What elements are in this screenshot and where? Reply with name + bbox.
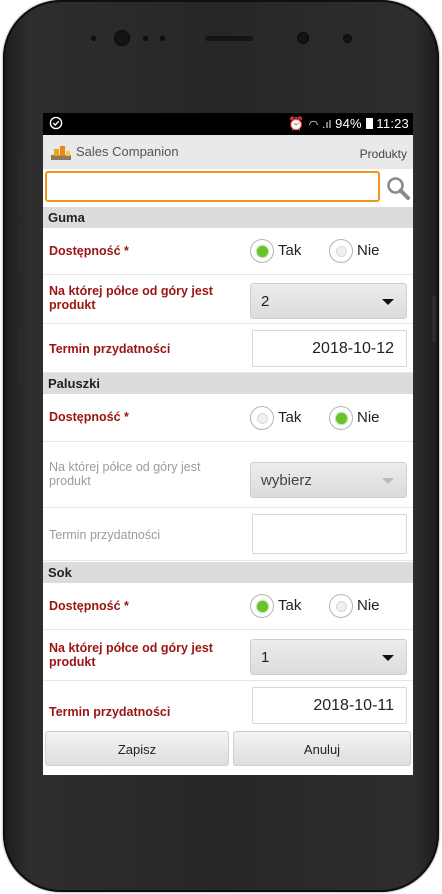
cancel-button[interactable]: Anuluj — [233, 731, 411, 766]
expiry-date-field[interactable]: 2018-10-11 — [252, 687, 407, 724]
shelf-select-value: wybierz — [261, 472, 312, 489]
expiry-date-field[interactable] — [252, 514, 407, 554]
radio-circle — [250, 594, 274, 618]
expiry-label: Termin przydatności — [49, 528, 161, 542]
expiry-date-value: 2018-10-12 — [312, 340, 394, 357]
search-icon[interactable] — [385, 175, 411, 201]
radio-circle — [329, 405, 353, 430]
save-button[interactable]: Zapisz — [45, 731, 229, 766]
front-camera — [114, 30, 130, 46]
expiry-label: Termin przydatności — [49, 342, 171, 356]
shelf-row: Na której półce od góry jest produkt 1 — [43, 630, 413, 681]
radio-selected-dot — [257, 601, 268, 612]
availability-row: Dostępność * Tak Nie — [43, 583, 413, 630]
earpiece-speaker — [205, 36, 253, 41]
shelf-label: Na której półce od góry jest produkt — [49, 641, 213, 669]
radio-no-label: Nie — [357, 408, 380, 426]
proximity-sensor — [297, 32, 309, 44]
shelf-select[interactable]: 2 — [250, 283, 407, 319]
app-screen: ⏰ ◠ .ıl 94% 11:23 Sales Companion Produk… — [43, 113, 413, 775]
search-bar — [43, 169, 413, 207]
product-header: Paluszki — [43, 373, 413, 394]
side-button — [18, 330, 22, 384]
radio-circle — [329, 239, 353, 263]
dropdown-arrow-icon — [382, 478, 394, 484]
shelf-select[interactable]: wybierz — [250, 462, 407, 498]
products-nav-link[interactable]: Produkty — [360, 147, 407, 161]
availability-row: Dostępność * Tak Nie — [43, 228, 413, 275]
status-bar: ⏰ ◠ .ıl 94% 11:23 — [43, 113, 413, 135]
radio-unselected-dot — [257, 412, 268, 424]
shelf-select[interactable]: 1 — [250, 639, 407, 675]
search-input[interactable] — [45, 171, 380, 202]
alarm-icon: ⏰ — [288, 116, 305, 131]
wifi-icon: ◠ — [308, 119, 319, 131]
radio-unselected-dot — [336, 246, 347, 257]
expiry-row: Termin przydatności — [43, 508, 413, 561]
expiry-label: Termin przydatności — [49, 705, 171, 719]
app-logo-icon — [51, 146, 71, 160]
radio-yes-label: Tak — [278, 242, 302, 259]
app-bar: Sales Companion Produkty — [43, 135, 413, 169]
shelf-select-value: 2 — [261, 293, 270, 310]
dropdown-arrow-icon — [382, 655, 394, 661]
availability-radio-group: Tak Nie — [250, 394, 410, 441]
product-header: Guma — [43, 207, 413, 228]
radio-no-label: Nie — [357, 597, 380, 614]
radio-selected-dot — [257, 246, 268, 257]
expiry-row: Termin przydatności 2018-10-12 — [43, 324, 413, 373]
dropdown-arrow-icon — [382, 299, 394, 305]
radio-unselected-dot — [336, 601, 347, 612]
availability-row: Dostępność * Tak Nie — [43, 394, 413, 442]
expiry-date-value: 2018-10-11 — [313, 697, 394, 714]
radio-yes-label: Tak — [278, 408, 302, 426]
volume-button — [18, 158, 22, 212]
radio-circle — [329, 594, 353, 618]
clock: 11:23 — [376, 116, 409, 131]
availability-radio-group: Tak Nie — [250, 583, 410, 629]
expiry-row: Termin przydatności 2018-10-11 — [43, 681, 413, 729]
shelf-label: Na której półce od góry jest produkt — [49, 460, 201, 488]
radio-no-label: Nie — [357, 242, 380, 259]
signal-icon: .ıl — [322, 119, 332, 131]
camera-dot — [91, 36, 96, 41]
sensor-dot — [160, 36, 165, 41]
battery-icon — [365, 118, 373, 129]
sensor-dot — [143, 36, 148, 41]
product-name: Guma — [48, 210, 85, 225]
availability-label: Dostępność * — [49, 599, 129, 613]
battery-percent: 94% — [335, 116, 362, 131]
shelf-label: Na której półce od góry jest produkt — [49, 284, 213, 312]
expiry-date-field[interactable]: 2018-10-12 — [252, 330, 407, 367]
shelf-row: Na której półce od góry jest produkt 2 — [43, 275, 413, 324]
shelf-select-value: 1 — [261, 649, 270, 666]
light-sensor — [343, 34, 352, 43]
radio-selected-dot — [336, 412, 347, 424]
availability-radio-group: Tak Nie — [250, 228, 410, 274]
shelf-row: Na której półce od góry jest produkt wyb… — [43, 442, 413, 508]
availability-label: Dostępność * — [49, 244, 129, 258]
radio-circle — [250, 405, 274, 430]
radio-yes-label: Tak — [278, 597, 302, 614]
check-circle-icon — [49, 116, 63, 130]
product-name: Sok — [48, 565, 72, 580]
product-header: Sok — [43, 562, 413, 583]
radio-circle — [250, 239, 274, 263]
product-name: Paluszki — [48, 376, 101, 391]
volume-button — [18, 226, 22, 270]
power-button — [432, 296, 436, 342]
app-title: Sales Companion — [76, 144, 179, 159]
availability-label: Dostępność * — [49, 410, 129, 424]
